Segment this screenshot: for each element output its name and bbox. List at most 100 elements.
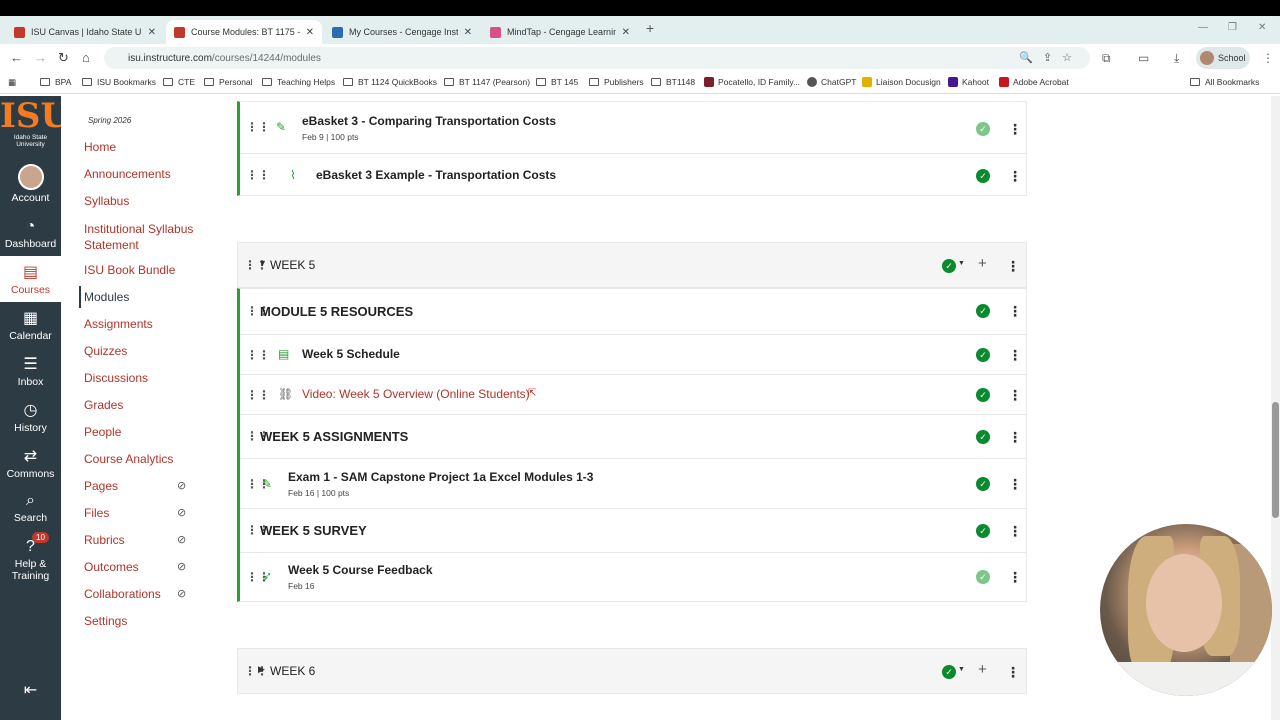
bookmark-folder[interactable]: ISU Bookmarks — [82, 77, 156, 87]
close-tab-icon[interactable]: ✕ — [148, 27, 156, 38]
collapse-caret-icon[interactable]: ▼ — [258, 258, 267, 268]
close-tab-icon[interactable]: ✕ — [622, 27, 630, 38]
bookmark-folder[interactable]: Teaching Helps — [262, 77, 335, 87]
add-item-icon[interactable]: + — [978, 661, 987, 678]
maximize-icon[interactable]: ❐ — [1228, 22, 1237, 33]
item-menu-icon[interactable]: ⋮ — [1008, 524, 1022, 538]
course-nav-modules[interactable]: Modules — [84, 290, 129, 304]
all-bookmarks[interactable]: All Bookmarks — [1190, 77, 1259, 87]
close-tab-icon[interactable]: ✕ — [306, 27, 314, 38]
extensions-icon[interactable]: ⧉ — [1102, 51, 1111, 66]
bookmark-link[interactable]: Adobe Acrobat — [999, 77, 1069, 87]
completed-check-icon[interactable]: ✓ — [976, 122, 990, 136]
module-item[interactable]: ⋮⋮ ⌇ eBasket 3 Example - Transportation … — [240, 154, 1027, 196]
item-menu-icon[interactable]: ⋮ — [1008, 388, 1022, 402]
published-check-icon[interactable]: ✓ — [976, 348, 990, 362]
course-nav-announcements[interactable]: Announcements — [84, 167, 171, 181]
course-nav-institutional-syllabus[interactable]: Institutional Syllabus Statement — [84, 221, 202, 253]
item-menu-icon[interactable]: ⋮ — [1008, 477, 1022, 491]
item-menu-icon[interactable]: ⋮ — [1008, 348, 1022, 362]
browser-tab[interactable]: ISU Canvas | Idaho State Univer ✕ — [6, 20, 164, 44]
completed-check-icon[interactable]: ✓ — [976, 570, 990, 584]
module-header-week5[interactable]: ⋮⋮ ▼ WEEK 5 ✓ ▼ + ⋮ — [237, 242, 1027, 288]
module-item[interactable]: ⋮⋮ ✎ Exam 1 - SAM Capstone Project 1a Ex… — [240, 459, 1027, 509]
browser-tab[interactable]: My Courses - Cengage Instructo ✕ — [324, 20, 480, 44]
bookmark-link[interactable]: ChatGPT — [807, 77, 856, 87]
module-item[interactable]: ⋮⋮ ▤ Week 5 Schedule ✓ ⋮ — [240, 335, 1027, 375]
scrollbar-thumb[interactable] — [1272, 402, 1279, 518]
course-nav-outcomes[interactable]: Outcomes — [84, 560, 139, 574]
bookmark-folder[interactable]: BT 145 — [536, 77, 578, 87]
isu-logo[interactable]: ISU Idaho State University — [0, 98, 70, 148]
nav-inbox[interactable]: ☰ Inbox — [0, 354, 61, 388]
nav-history[interactable]: ◷ History — [0, 400, 61, 434]
module-published-icon[interactable]: ✓ — [942, 259, 956, 273]
course-nav-rubrics[interactable]: Rubrics — [84, 533, 125, 547]
collapse-nav-icon[interactable]: ⇤ — [0, 680, 61, 700]
close-tab-icon[interactable]: ✕ — [464, 27, 472, 38]
drag-handle-icon[interactable]: ⋮⋮ — [246, 120, 270, 134]
item-menu-icon[interactable]: ⋮ — [1008, 570, 1022, 584]
reload-icon[interactable]: ↻ — [58, 50, 69, 66]
browser-tab[interactable]: MindTap - Cengage Learning ✕ — [482, 20, 638, 44]
bookmark-folder[interactable]: BT1148 — [651, 77, 695, 87]
home-icon[interactable]: ⌂ — [82, 50, 90, 65]
chevron-down-icon[interactable]: ▼ — [958, 260, 965, 267]
module-menu-icon[interactable]: ⋮ — [1006, 665, 1020, 679]
course-nav-files[interactable]: Files — [84, 506, 109, 520]
module-menu-icon[interactable]: ⋮ — [1006, 259, 1020, 273]
browser-menu-icon[interactable]: ⋮ — [1262, 51, 1274, 65]
bookmark-folder[interactable]: Publishers — [589, 77, 644, 87]
course-nav-settings[interactable]: Settings — [84, 614, 127, 628]
bookmark-folder[interactable]: CTE — [163, 77, 195, 87]
bookmark-link[interactable]: Kahoot — [948, 77, 989, 87]
nav-help[interactable]: ? 10 Help & Training — [0, 532, 61, 582]
omnibox-action-icons[interactable]: 🔍⇪☆ — [1019, 51, 1082, 64]
course-nav-analytics[interactable]: Course Analytics — [84, 452, 173, 466]
bookmark-link[interactable]: Pocatello, ID Family... — [704, 77, 800, 87]
forward-icon[interactable]: → — [34, 50, 47, 65]
module-item[interactable]: ⋮⋮ ✎ eBasket 3 - Comparing Transportatio… — [240, 102, 1027, 154]
published-check-icon[interactable]: ✓ — [976, 169, 990, 183]
course-nav-assignments[interactable]: Assignments — [84, 317, 153, 331]
course-nav-discussions[interactable]: Discussions — [84, 371, 148, 385]
published-check-icon[interactable]: ✓ — [976, 524, 990, 538]
item-menu-icon[interactable]: ⋮ — [1008, 304, 1022, 318]
module-published-icon[interactable]: ✓ — [942, 665, 956, 679]
apps-icon[interactable]: ▦ — [8, 77, 16, 88]
drag-handle-icon[interactable]: ⋮⋮ — [246, 348, 270, 362]
course-nav-syllabus[interactable]: Syllabus — [84, 194, 129, 208]
nav-dashboard[interactable]: ◔ Dashboard — [0, 218, 61, 250]
page-scrollbar[interactable] — [1271, 96, 1280, 720]
course-nav-home[interactable]: Home — [84, 140, 116, 154]
bookmark-folder[interactable]: Personal — [204, 77, 253, 87]
published-check-icon[interactable]: ✓ — [976, 477, 990, 491]
nav-courses[interactable]: ▤ Courses — [0, 256, 61, 302]
download-icon[interactable]: ⤓ — [1174, 51, 1179, 66]
chevron-down-icon[interactable]: ▼ — [958, 666, 965, 673]
course-nav-grades[interactable]: Grades — [84, 398, 123, 412]
item-menu-icon[interactable]: ⋮ — [1008, 122, 1022, 136]
bookmark-folder[interactable]: BPA — [40, 77, 71, 87]
expand-caret-icon[interactable]: ▶ — [258, 664, 265, 675]
bookmark-folder[interactable]: BT 1147 (Pearson) — [444, 77, 530, 87]
close-window-icon[interactable]: ✕ — [1258, 22, 1266, 33]
published-check-icon[interactable]: ✓ — [976, 304, 990, 318]
minimize-icon[interactable]: — — [1198, 22, 1208, 33]
published-check-icon[interactable]: ✓ — [976, 388, 990, 402]
drag-handle-icon[interactable]: ⋮⋮ — [246, 388, 270, 402]
address-bar[interactable]: isu.instructure.com/courses/14244/module… — [104, 47, 1090, 69]
course-nav-quizzes[interactable]: Quizzes — [84, 344, 127, 358]
text-header-row[interactable]: ⋮⋮ WEEK 5 ASSIGNMENTS ✓ ⋮ — [240, 415, 1027, 459]
module-item[interactable]: ⋮⋮ ⛓ Video: Week 5 Overview (Online Stud… — [240, 375, 1027, 415]
sidepanel-icon[interactable]: ▭ — [1138, 51, 1149, 65]
back-icon[interactable]: ← — [10, 50, 23, 65]
course-nav-people[interactable]: People — [84, 425, 121, 439]
nav-calendar[interactable]: ▦ Calendar — [0, 308, 61, 342]
bookmark-link[interactable]: Liaison Docusign — [862, 77, 941, 87]
browser-tab-active[interactable]: Course Modules: BT 1175 - 01, ✕ — [166, 20, 322, 44]
course-nav-book-bundle[interactable]: ISU Book Bundle — [84, 263, 175, 277]
new-tab-icon[interactable]: + — [646, 20, 654, 36]
add-item-icon[interactable]: + — [978, 255, 987, 272]
bookmark-folder[interactable]: BT 1124 QuickBooks — [343, 77, 437, 87]
